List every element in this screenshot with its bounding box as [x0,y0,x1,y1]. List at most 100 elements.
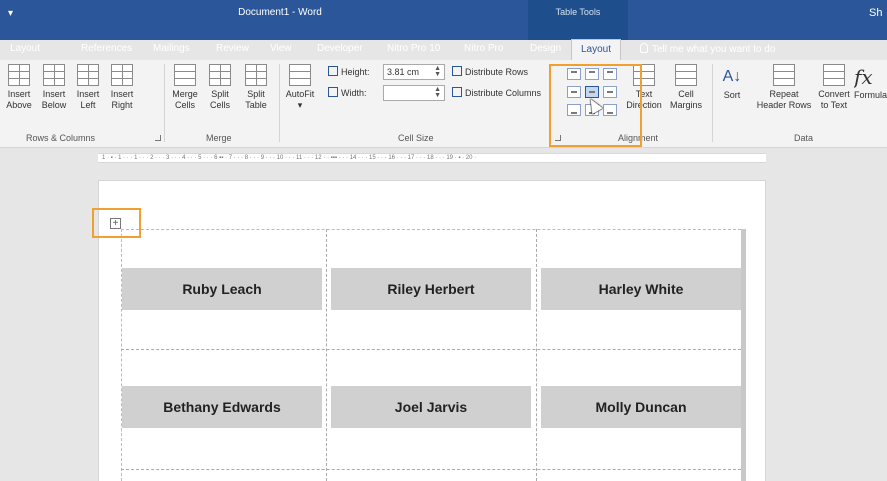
autofit-icon [289,64,311,86]
cell-margins-label-2: Margins [669,100,702,110]
distribute-rows-button[interactable]: Distribute Rows [452,66,528,77]
distribute-rows-label: Distribute Rows [465,67,529,77]
user-name[interactable]: Sh [869,7,887,19]
insert-above-button[interactable]: Insert Above [2,64,36,111]
repeat-header-rows-label-2: Header Rows [756,100,812,110]
sort-button[interactable]: A↓ Sort [718,64,746,101]
insert-left-icon [77,64,99,86]
autofit-button[interactable]: AutoFit ▾ [284,64,316,111]
group-data: Data [794,133,814,143]
separator [279,64,280,142]
tab-developer[interactable]: Developer [317,43,363,54]
width-input[interactable]: ▲ ▼ [383,85,445,101]
split-cells-icon [209,64,231,86]
window-title: Document1 - Word [238,7,322,18]
label-cell[interactable]: Riley Herbert [331,268,531,310]
cell-margins-button[interactable]: Cell Margins [664,64,708,111]
table-tools-label: Table Tools [555,7,601,17]
split-cells-label-1: Split [211,89,229,99]
tab-table-layout[interactable]: Layout [571,39,622,60]
separator [164,64,165,142]
width-label: Width: [328,87,367,98]
distribute-columns-icon [452,87,462,97]
tab-design[interactable]: Design [530,43,561,54]
label-cell[interactable]: Molly Duncan [541,386,741,428]
alignment-highlight-box [549,64,642,147]
lightbulb-icon [640,43,648,53]
row-border[interactable] [121,349,741,350]
formula-button[interactable]: fx Formula [854,64,887,101]
distribute-columns-button[interactable]: Distribute Columns [452,87,550,98]
split-cells-button[interactable]: Split Cells [205,64,235,111]
formula-fx-icon: fx [854,65,873,89]
row-border[interactable] [121,469,741,470]
label-cell[interactable]: Ruby Leach [122,268,322,310]
insert-below-icon [43,64,65,86]
height-label-text: Height: [341,67,370,77]
insert-below-label-2: Below [41,100,67,110]
tab-nitro-pro-10[interactable]: Nitro Pro 10 [387,43,440,54]
convert-to-text-label-2: to Text [820,100,848,110]
column-border[interactable] [536,229,537,481]
separator [712,64,713,142]
cell-margins-icon [675,64,697,86]
height-spinner-icon[interactable]: ▲ ▼ [434,65,441,78]
width-spinner-icon[interactable]: ▲ ▼ [434,86,441,99]
tab-layout-page[interactable]: Layout [10,43,40,54]
tab-mailings[interactable]: Mailings [153,43,190,54]
width-label-text: Width: [341,88,367,98]
insert-right-label-2: Right [111,100,133,110]
tab-references[interactable]: References [81,43,132,54]
distribute-columns-label: Distribute Columns [465,88,542,98]
tell-me-box[interactable]: Tell me what you want to do [640,43,775,55]
tab-view[interactable]: View [270,43,292,54]
ribbon: Insert Above Insert Below Insert Left In… [0,60,887,148]
row-height-icon [328,66,338,76]
sort-label: Sort [723,90,741,100]
rows-columns-launcher-icon[interactable] [155,135,161,141]
label-cell[interactable]: Joel Jarvis [331,386,531,428]
column-border[interactable] [326,229,327,481]
split-cells-label-2: Cells [209,100,230,110]
label-cell[interactable]: Harley White [541,268,741,310]
label-cell[interactable]: Bethany Edwards [122,386,322,428]
repeat-header-rows-icon [773,64,795,86]
sort-az-icon: A↓ [722,68,742,85]
cell-margins-label-1: Cell [678,89,694,99]
insert-left-label-2: Left [80,100,96,110]
move-handle-highlight-box [92,208,141,238]
height-label: Height: [328,66,370,77]
repeat-header-rows-button[interactable]: Repeat Header Rows [752,64,816,111]
merge-cells-label-2: Cells [174,100,195,110]
convert-to-text-button[interactable]: Convert to Text [814,64,854,111]
horizontal-ruler[interactable]: 1 · ▪ · 1 · · · 1 · · · 2 · · · 3 · · · … [98,153,766,163]
insert-below-button[interactable]: Insert Below [37,64,71,111]
label-table[interactable] [121,229,741,481]
insert-below-label-1: Insert [42,89,66,99]
insert-above-icon [8,64,30,86]
autofit-label: AutoFit [285,89,315,99]
tell-me-text: Tell me what you want to do [652,44,776,55]
convert-to-text-icon [823,64,845,86]
insert-right-button[interactable]: Insert Right [105,64,139,111]
height-input[interactable]: 3.81 cm ▲ ▼ [383,64,445,80]
split-table-label-2: Table [245,100,267,110]
group-cell-size: Cell Size [398,133,434,143]
insert-right-label-1: Insert [110,89,134,99]
distribute-rows-icon [452,66,462,76]
chevron-down-icon: ▾ [297,100,303,110]
tab-review[interactable]: Review [216,43,249,54]
insert-left-button[interactable]: Insert Left [72,64,104,111]
merge-cells-button[interactable]: Merge Cells [168,64,202,111]
merge-cells-label-1: Merge [172,89,198,99]
split-table-label-1: Split [247,89,265,99]
split-table-icon [245,64,267,86]
column-width-icon [328,87,338,97]
split-table-button[interactable]: Split Table [240,64,272,111]
table-tools-context: Table Tools [528,0,628,40]
tab-nitro-pro[interactable]: Nitro Pro [464,43,503,54]
title-bar: ▾ Document1 - Word Table Tools Sh [0,0,887,40]
ruler-marks: 1 · ▪ · 1 · · · 1 · · · 2 · · · 3 · · · … [102,155,477,161]
convert-to-text-label-1: Convert [818,89,850,99]
table-right-border [741,229,746,481]
